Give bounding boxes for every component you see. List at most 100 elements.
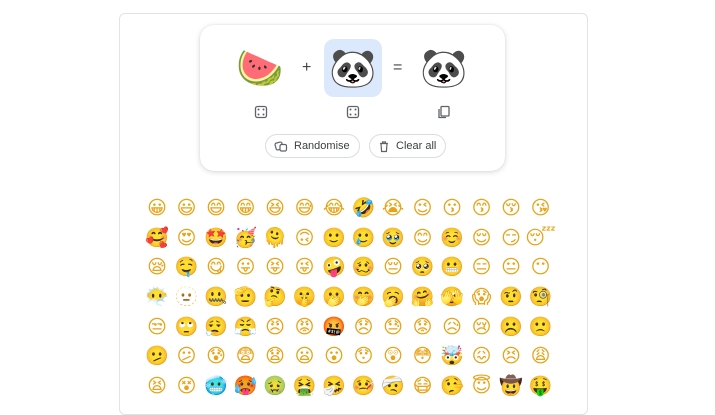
emoji-option[interactable]: 😡 [293, 315, 317, 339]
left-emoji-slot[interactable]: 🍉 [231, 39, 289, 97]
emoji-option[interactable]: 😮‍💨 [204, 315, 228, 339]
emoji-option[interactable]: 🥵 [234, 374, 258, 398]
emoji-option[interactable]: 😭 [381, 196, 405, 220]
emoji-option[interactable]: 😍 [175, 226, 199, 250]
emoji-option[interactable]: 🤮 [293, 374, 317, 398]
emoji-option[interactable]: 😪 [145, 255, 169, 279]
emoji-option[interactable]: 😬 [440, 255, 464, 279]
emoji-option[interactable]: ☹️ [499, 315, 523, 339]
emoji-option[interactable]: 😙 [470, 196, 494, 220]
emoji-option[interactable]: 🥲 [352, 226, 376, 250]
emoji-option[interactable]: 🥹 [381, 226, 405, 250]
emoji-option[interactable]: 😔 [381, 255, 405, 279]
emoji-option[interactable]: 😦 [293, 344, 317, 368]
emoji-option[interactable]: 🫥 [175, 285, 199, 309]
emoji-option[interactable]: 😟 [411, 315, 435, 339]
emoji-option[interactable]: 😜 [293, 255, 317, 279]
emoji-option[interactable]: 😄 [204, 196, 228, 220]
emoji-option[interactable]: 🫠 [263, 226, 287, 250]
emoji-option[interactable]: 🥳 [234, 226, 258, 250]
emoji-option[interactable]: 🤭 [352, 285, 376, 309]
randomise-button[interactable]: Randomise [265, 134, 360, 158]
emoji-option[interactable]: 🙁 [529, 315, 553, 339]
emoji-option[interactable]: ☺️ [440, 226, 464, 250]
dice-icon[interactable] [346, 105, 360, 119]
emoji-option[interactable]: 😶 [529, 255, 553, 279]
emoji-option[interactable]: 🤕 [381, 374, 405, 398]
emoji-option[interactable]: 🤨 [499, 285, 523, 309]
emoji-option[interactable]: 🥰 [145, 226, 169, 250]
emoji-option[interactable]: 🧐 [529, 285, 553, 309]
emoji-option[interactable]: 😧 [263, 344, 287, 368]
emoji-option[interactable]: 😕 [175, 344, 199, 368]
emoji-option[interactable]: 😌 [470, 226, 494, 250]
right-emoji-slot[interactable]: 🐼 [324, 39, 382, 97]
emoji-option[interactable]: 😓 [381, 315, 405, 339]
emoji-option[interactable]: 🤧 [322, 374, 346, 398]
emoji-option[interactable]: 🤯 [440, 344, 464, 368]
emoji-option[interactable]: 😤 [234, 315, 258, 339]
emoji-option[interactable]: 😨 [234, 344, 258, 368]
emoji-option[interactable]: 🫣 [440, 285, 464, 309]
emoji-option[interactable]: 🥺 [411, 255, 435, 279]
emoji-option[interactable]: 😮 [322, 344, 346, 368]
emoji-option[interactable]: 😃 [175, 196, 199, 220]
emoji-option[interactable]: 🥱 [381, 285, 405, 309]
emoji-option[interactable]: 😳 [411, 344, 435, 368]
emoji-option[interactable]: 🫤 [145, 344, 169, 368]
emoji-option[interactable]: 😀 [145, 196, 169, 220]
emoji-option[interactable]: 🤠 [499, 374, 523, 398]
emoji-option[interactable]: 😇 [470, 374, 494, 398]
emoji-option[interactable]: 🤫 [293, 285, 317, 309]
emoji-option[interactable]: 😒 [145, 315, 169, 339]
emoji-option[interactable]: 🤩 [204, 226, 228, 250]
emoji-option[interactable]: 🤢 [263, 374, 287, 398]
emoji-option[interactable]: 😩 [529, 344, 553, 368]
emoji-option[interactable]: 🤪 [322, 255, 346, 279]
emoji-option[interactable]: 😂 [322, 196, 346, 220]
emoji-option[interactable]: 😞 [352, 315, 376, 339]
emoji-option[interactable]: 😣 [499, 344, 523, 368]
emoji-option[interactable]: 🥴 [352, 255, 376, 279]
emoji-option[interactable]: 😷 [411, 374, 435, 398]
emoji-option[interactable]: 😏 [499, 226, 523, 250]
emoji-option[interactable]: 🙃 [293, 226, 317, 250]
emoji-option[interactable]: 🤒 [352, 374, 376, 398]
emoji-option[interactable]: 😘 [529, 196, 553, 220]
emoji-option[interactable]: 😥 [440, 315, 464, 339]
emoji-option[interactable]: 😵 [175, 374, 199, 398]
emoji-option[interactable]: 🤑 [529, 374, 553, 398]
emoji-option[interactable]: 😝 [263, 255, 287, 279]
emoji-option[interactable]: 😰 [204, 344, 228, 368]
emoji-option[interactable]: 🤔 [263, 285, 287, 309]
emoji-option[interactable]: 🤤 [175, 255, 199, 279]
emoji-option[interactable]: 🫢 [322, 285, 346, 309]
emoji-option[interactable]: 🤗 [411, 285, 435, 309]
emoji-option[interactable]: 😋 [204, 255, 228, 279]
emoji-option[interactable]: 😠 [263, 315, 287, 339]
emoji-option[interactable]: 😊 [411, 226, 435, 250]
emoji-option[interactable]: 😴 [525, 226, 555, 250]
emoji-option[interactable]: 🤬 [322, 315, 346, 339]
emoji-option[interactable]: 😲 [381, 344, 405, 368]
emoji-option[interactable]: 🙄 [175, 315, 199, 339]
copy-icon[interactable] [437, 105, 451, 119]
emoji-option[interactable]: 😁 [234, 196, 258, 220]
emoji-option[interactable]: 😅 [293, 196, 317, 220]
emoji-option[interactable]: 😑 [470, 255, 494, 279]
emoji-option[interactable]: 😱 [470, 285, 494, 309]
emoji-option[interactable]: 😶‍🌫️ [145, 285, 169, 309]
clear-all-button[interactable]: Clear all [369, 134, 447, 158]
emoji-option[interactable]: 🫡 [234, 285, 258, 309]
emoji-option[interactable]: 🤥 [440, 374, 464, 398]
emoji-option[interactable]: 🙂 [322, 226, 346, 250]
emoji-option[interactable]: 😚 [499, 196, 523, 220]
result-emoji-slot[interactable]: 🐼 [415, 39, 473, 97]
emoji-option[interactable]: 😖 [470, 344, 494, 368]
emoji-option[interactable]: 😛 [234, 255, 258, 279]
emoji-option[interactable]: 😢 [470, 315, 494, 339]
emoji-option[interactable]: 😫 [145, 374, 169, 398]
emoji-option[interactable]: 🥶 [204, 374, 228, 398]
emoji-option[interactable]: 😉 [411, 196, 435, 220]
emoji-option[interactable]: 😯 [352, 344, 376, 368]
